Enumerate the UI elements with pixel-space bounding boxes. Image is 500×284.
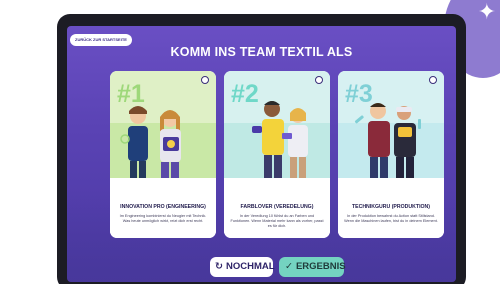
quiz-screen: ZURÜCK ZUR STARTSEITE KOMM INS TEAM TEXT… <box>67 26 456 282</box>
retry-button[interactable]: ↻ NOCHMAL <box>210 257 275 277</box>
result-card-1[interactable]: #1 INNOVATION PRO (ENGINEERING) Im Engin… <box>110 71 216 238</box>
card-select-radio[interactable] <box>201 76 209 84</box>
refresh-icon: ↻ <box>215 261 223 272</box>
card-description: Im Engineering kombinierst du Neugier mi… <box>119 214 207 224</box>
card-description: In der Produktion bewahrst du Action sta… <box>344 214 438 224</box>
page: ✦ ZURÜCK ZUR STARTSEITE KOMM INS TEAM TE… <box>0 0 500 284</box>
card-title: FARBLOVER (VEREDELUNG) <box>240 204 314 210</box>
page-title: KOMM INS TEAM TEXTIL ALS <box>170 45 353 59</box>
result-button-label: ERGEBNIS <box>295 261 346 272</box>
card-title: INNOVATION PRO (ENGINEERING) <box>120 204 206 210</box>
card-number: #1 <box>117 80 145 108</box>
card-number: #2 <box>231 80 259 108</box>
result-card-2[interactable]: #2 FARBLOVER (VEREDELUNG) In der Veredlu… <box>224 71 330 238</box>
card-illustration: #2 <box>224 71 330 193</box>
check-icon: ✓ <box>285 261 293 272</box>
card-select-radio[interactable] <box>315 76 323 84</box>
card-illustration: #3 <box>338 71 444 193</box>
card-description: In der Veredlung 10 fühlst du an Farben … <box>230 214 324 229</box>
card-select-radio[interactable] <box>429 76 437 84</box>
sparkle-icon: ✦ <box>477 0 496 25</box>
card-title: TECHNIKGURU (PRODUKTION) <box>351 204 431 210</box>
card-illustration: #1 <box>110 71 216 193</box>
result-card-3[interactable]: #3 TECHNIKGURU (PRODUKTION) In der Produ… <box>338 71 444 238</box>
laptop-frame: ZURÜCK ZUR STARTSEITE KOMM INS TEAM TEXT… <box>57 14 466 284</box>
card-number: #3 <box>345 80 373 108</box>
result-button[interactable]: ✓ ERGEBNIS <box>279 257 346 277</box>
retry-button-label: NOCHMAL <box>225 261 275 272</box>
